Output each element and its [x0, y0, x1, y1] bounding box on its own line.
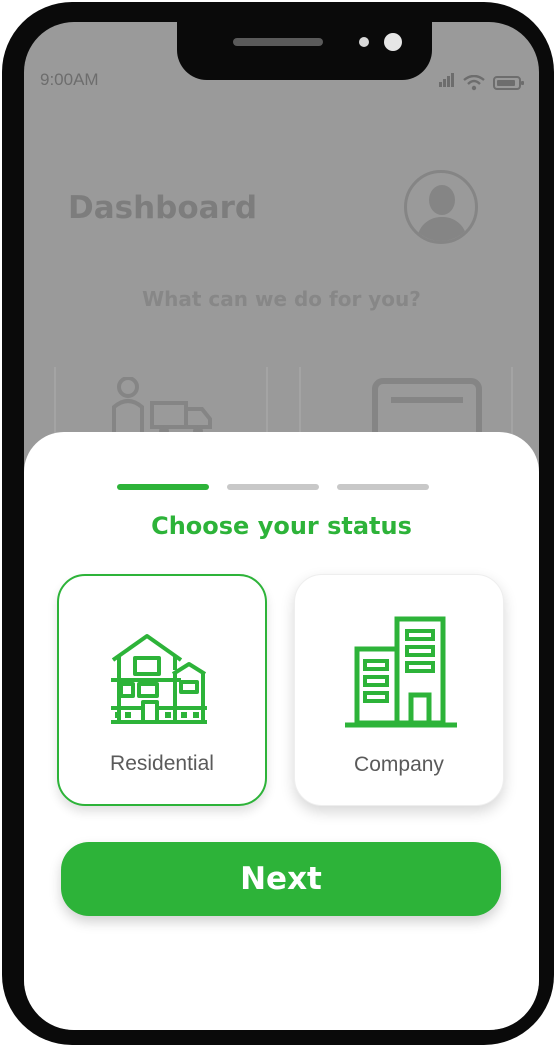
phone-frame: 9:00AM Dashboard What can we do for you?: [2, 2, 554, 1045]
step-indicator-2: [227, 484, 319, 490]
wifi-icon: [463, 75, 485, 91]
option-residential-label: Residential: [110, 752, 214, 775]
status-bottom-sheet: Choose your status Residential Company N…: [24, 432, 539, 1030]
signal-icon: [439, 72, 455, 91]
user-avatar-icon[interactable]: [404, 170, 478, 244]
step-indicator-1: [117, 484, 209, 490]
dashboard-subtitle: What can we do for you?: [142, 287, 421, 311]
step-indicator-3: [337, 484, 429, 490]
option-company-label: Company: [354, 753, 444, 776]
house-icon: [111, 634, 207, 724]
next-button[interactable]: Next: [61, 842, 501, 916]
step-progress: [117, 484, 429, 490]
sensor-dot: [359, 37, 369, 47]
option-residential[interactable]: Residential: [57, 574, 267, 806]
dashboard-title: Dashboard: [68, 190, 258, 226]
sheet-title: Choose your status: [151, 512, 412, 540]
status-time: 9:00AM: [40, 70, 99, 89]
battery-icon: [493, 76, 524, 90]
status-icons: [439, 72, 525, 91]
buildings-icon: [345, 616, 457, 728]
notch: [177, 22, 432, 80]
front-camera: [384, 33, 402, 51]
speaker-grille: [233, 38, 323, 46]
phone-screen: 9:00AM Dashboard What can we do for you?: [24, 22, 539, 1030]
option-company[interactable]: Company: [294, 574, 504, 806]
